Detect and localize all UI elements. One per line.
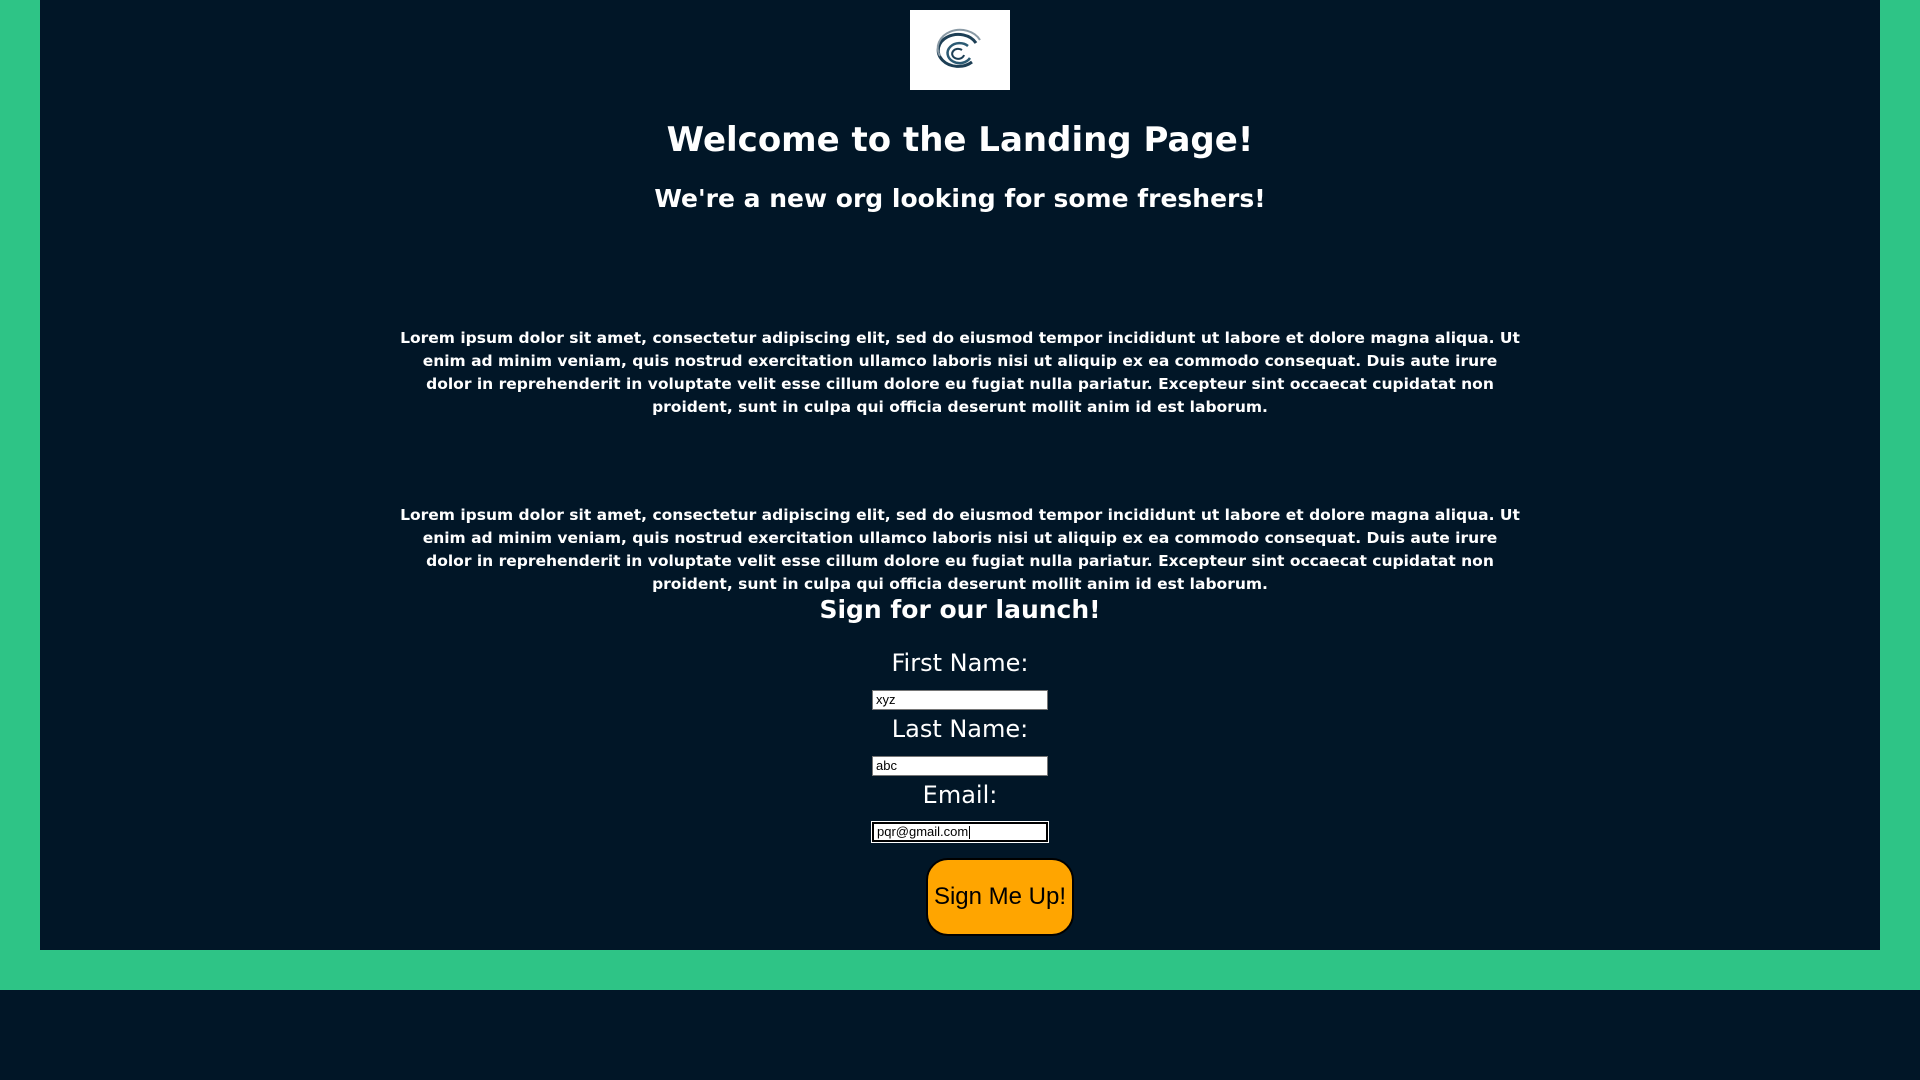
first-name-value: xyz <box>876 692 896 707</box>
page-title: Welcome to the Landing Page! <box>666 120 1254 160</box>
signup-heading: Sign for our launch! <box>819 595 1101 624</box>
intro-paragraph-1: Lorem ipsum dolor sit amet, consectetur … <box>400 329 1520 416</box>
last-name-label: Last Name: <box>891 715 1029 743</box>
landing-panel: Welcome to the Landing Page! We're a new… <box>40 0 1880 950</box>
page-frame: Welcome to the Landing Page! We're a new… <box>0 0 1920 990</box>
intro-paragraph-2: Lorem ipsum dolor sit amet, consectetur … <box>400 506 1520 593</box>
first-name-label: First Name: <box>891 649 1029 677</box>
email-input[interactable]: pqr@gmail.com <box>871 821 1049 843</box>
text-caret <box>969 826 971 840</box>
swirl-logo-icon <box>910 10 1010 90</box>
last-name-value: abc <box>876 758 897 773</box>
sign-me-up-button[interactable]: Sign Me Up! <box>926 858 1074 936</box>
last-name-input[interactable]: abc <box>872 756 1048 776</box>
page-subtitle: We're a new org looking for some fresher… <box>654 184 1266 213</box>
first-name-input[interactable]: xyz <box>872 690 1048 710</box>
email-value: pqr@gmail.com <box>877 824 969 839</box>
email-label: Email: <box>922 781 998 809</box>
